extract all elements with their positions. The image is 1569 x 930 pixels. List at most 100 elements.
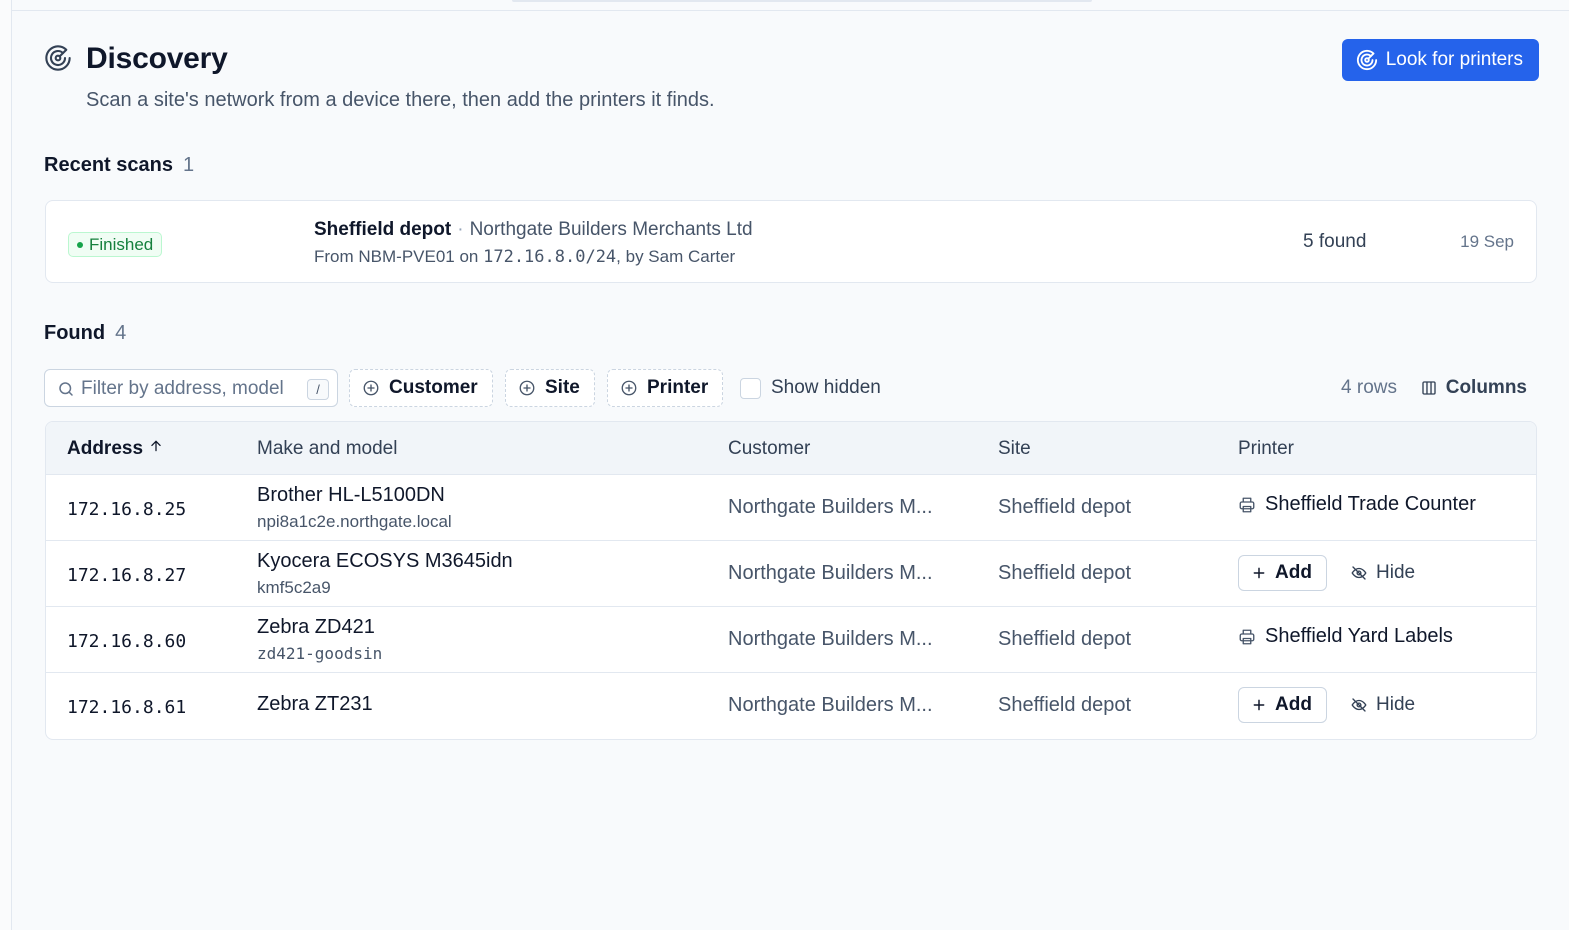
filter-site-label: Site [545,377,580,398]
columns-button[interactable]: Columns [1420,369,1527,407]
filter-customer-label: Customer [389,377,478,398]
recent-scans-heading: Recent scans 1 [44,154,194,177]
page-subtitle: Scan a site's network from a device ther… [86,89,715,111]
model-cell: Kyocera ECOSYS M3645idn [257,550,513,572]
hostname-cell: npi8a1c2e.northgate.local [257,512,452,531]
found-count: 4 [115,322,127,344]
scan-subnet: 172.16.8.0/24 [483,247,617,267]
hide-button[interactable]: Hide [1346,687,1419,723]
page-title: Discovery [86,42,228,75]
column-header-customer[interactable]: Customer [728,438,810,460]
hide-button[interactable]: Hide [1346,555,1419,591]
scan-found-count: 5 found [1303,231,1367,252]
found-heading: Found 4 [44,322,126,345]
radar-icon [1356,49,1377,71]
site-cell: Sheffield depot [998,628,1132,650]
hide-label: Hide [1376,562,1416,583]
address-cell: 172.16.8.25 [67,499,187,520]
site-cell: Sheffield depot [998,694,1132,716]
status-badge: Finished [68,232,163,257]
column-header-address[interactable]: Address [67,438,163,460]
address-cell: 172.16.8.27 [67,565,187,586]
customer-cell: Northgate Builders M... [728,562,933,584]
radar-icon [44,44,72,72]
column-header-printer[interactable]: Printer [1238,438,1294,460]
hostname-cell: zd421-goodsin [257,644,383,663]
status-label: Finished [89,234,154,254]
printer-link[interactable]: Sheffield Yard Labels [1238,625,1453,648]
plus-circle-icon [621,380,637,396]
filter-customer-button[interactable]: Customer [349,369,493,407]
left-rail [0,0,12,930]
address-cell: 172.16.8.61 [67,697,187,718]
eye-off-icon [1351,566,1367,580]
column-header-model[interactable]: Make and model [257,438,397,460]
plus-circle-icon [363,380,379,396]
printer-name: Sheffield Trade Counter [1265,493,1476,515]
site-cell: Sheffield depot [998,562,1132,584]
table-row[interactable]: 172.16.8.60 Zebra ZD421 zd421-goodsin No… [46,607,1536,673]
top-bar-tab [512,0,1092,2]
scan-detail-prefix: From NBM-PVE01 on [314,247,484,266]
scan-separator: · [457,219,464,240]
customer-cell: Northgate Builders M... [728,496,933,518]
columns-icon [1422,381,1436,395]
table-header: Address Make and model Customer Site Pri… [46,422,1536,475]
scan-date: 19 Sep [1460,232,1514,251]
scan-title: Sheffield depot · Northgate Builders Merch… [314,219,753,241]
arrow-up-icon [151,440,161,452]
search-input[interactable] [81,376,293,402]
hostname-cell: kmf5c2a9 [257,578,331,597]
site-cell: Sheffield depot [998,496,1132,518]
model-cell: Brother HL-L5100DN [257,484,445,506]
scan-customer: Northgate Builders Merchants Ltd [469,219,753,240]
plus-icon [1253,699,1265,711]
customer-cell: Northgate Builders M... [728,694,933,716]
look-for-printers-label: Look for printers [1385,49,1523,70]
look-for-printers-button[interactable]: Look for printers [1341,39,1539,81]
scan-detail: From NBM-PVE01 on 172.16.8.0/24, by Sam … [314,247,735,267]
show-hidden-label: Show hidden [771,377,881,398]
search-box[interactable]: / [44,369,338,407]
columns-label: Columns [1445,377,1527,398]
add-printer-button[interactable]: Add [1238,555,1327,591]
filter-printer-label: Printer [647,377,709,398]
search-icon [59,382,73,396]
search-shortcut-key: / [307,379,329,400]
table-row[interactable]: 172.16.8.27 Kyocera ECOSYS M3645idn kmf5… [46,541,1536,607]
found-table: Address Make and model Customer Site Pri… [45,421,1537,740]
add-label: Add [1275,694,1312,715]
printer-icon [1239,629,1255,644]
plus-circle-icon [519,380,535,396]
table-toolbar: / Customer Site Printer Show hidden 4 ro… [44,369,1537,407]
recent-scans-label: Recent scans [44,154,173,176]
recent-scans-count: 1 [182,154,195,176]
customer-cell: Northgate Builders M... [728,628,933,650]
scan-detail-suffix: , by Sam Carter [616,247,736,266]
add-printer-button[interactable]: Add [1238,687,1327,723]
show-hidden-checkbox[interactable] [740,377,761,399]
plus-icon [1253,567,1265,579]
table-row[interactable]: 172.16.8.61 Zebra ZT231 Northgate Builde… [46,673,1536,739]
model-cell: Zebra ZT231 [257,693,373,715]
table-row[interactable]: 172.16.8.25 Brother HL-L5100DN npi8a1c2e… [46,475,1536,541]
top-bar [12,0,1569,11]
column-header-site[interactable]: Site [998,438,1031,460]
filter-printer-button[interactable]: Printer [607,369,724,407]
status-dot [77,241,83,248]
show-hidden-toggle[interactable]: Show hidden [740,369,881,407]
scan-card[interactable]: Finished Sheffield depot · Northgate Build… [45,200,1537,283]
eye-off-icon [1351,698,1367,712]
rows-count: 4 rows [1341,377,1397,398]
scan-site: Sheffield depot [314,219,452,240]
model-cell: Zebra ZD421 [257,616,375,638]
add-label: Add [1275,562,1312,583]
filter-site-button[interactable]: Site [505,369,595,407]
address-cell: 172.16.8.60 [67,631,187,652]
printer-name: Sheffield Yard Labels [1265,625,1453,647]
found-label: Found [44,322,106,344]
printer-link[interactable]: Sheffield Trade Counter [1238,493,1476,516]
column-header-address-label: Address [67,438,144,459]
printer-icon [1239,497,1255,512]
hide-label: Hide [1376,694,1416,715]
